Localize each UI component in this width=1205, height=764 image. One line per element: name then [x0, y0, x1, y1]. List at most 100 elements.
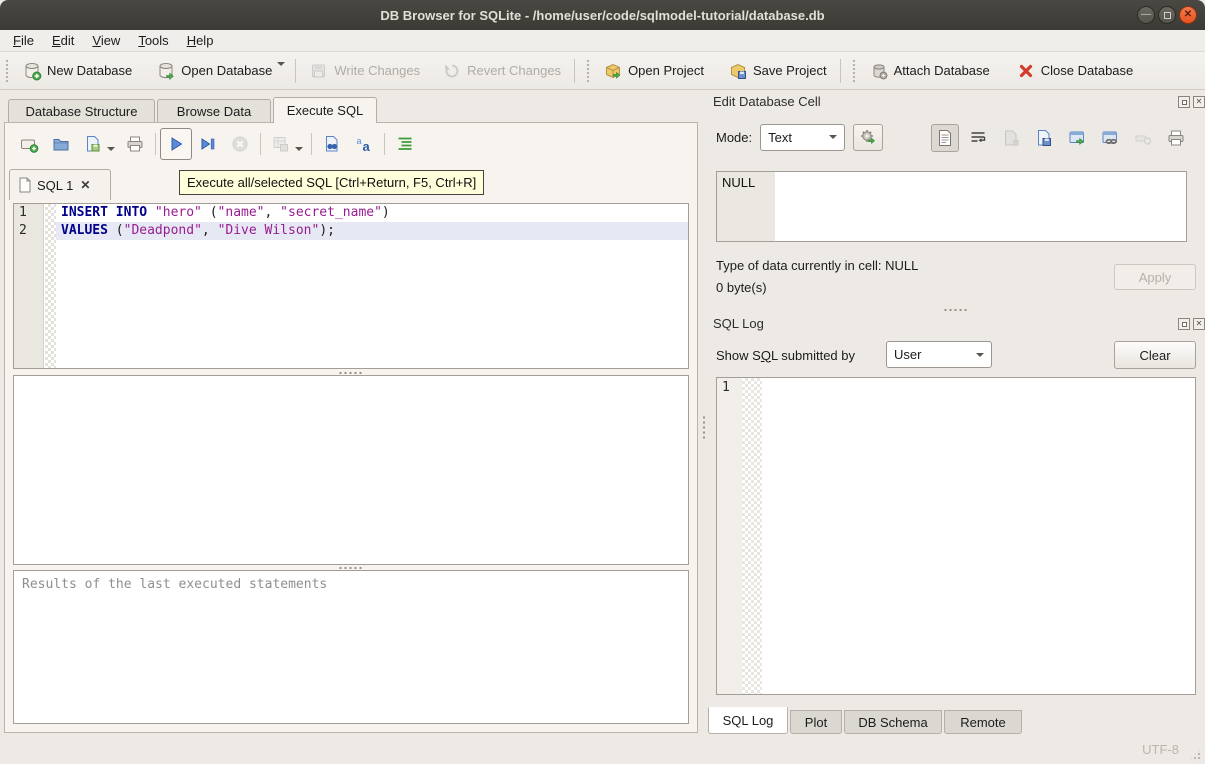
close-database-button[interactable]: Close Database — [1009, 56, 1141, 86]
edit-cell-float-button[interactable] — [1178, 96, 1190, 108]
results-grid-pane[interactable] — [13, 375, 689, 565]
toolbar-drag-handle[interactable] — [586, 59, 591, 83]
sql-code-area[interactable]: INSERT INTO "hero" ("name", "secret_name… — [56, 204, 688, 368]
menu-help[interactable]: Help — [178, 31, 223, 50]
save-cell-button[interactable] — [997, 124, 1025, 152]
menu-tools[interactable]: Tools — [129, 31, 177, 50]
mode-value: Text — [768, 130, 792, 145]
tab-sql-log[interactable]: SQL Log — [708, 707, 788, 734]
edit-cell-dock-buttons: ✕ — [1178, 96, 1205, 108]
revert-changes-button[interactable]: Revert Changes — [435, 56, 568, 86]
cell-value-editor[interactable]: NULL — [716, 171, 1187, 242]
save-results-dropdown-arrow[interactable] — [295, 147, 303, 151]
window-title: DB Browser for SQLite - /home/user/code/… — [380, 8, 824, 23]
edit-cell-close-button[interactable]: ✕ — [1193, 96, 1205, 108]
tab-db-schema[interactable]: DB Schema — [844, 710, 942, 734]
write-changes-button[interactable]: Write Changes — [302, 56, 427, 86]
menu-file[interactable]: File — [4, 31, 43, 50]
save-results-button[interactable] — [265, 128, 297, 160]
tab-plot[interactable]: Plot — [790, 710, 842, 734]
editor-results-splitter[interactable] — [338, 370, 364, 374]
save-sql-file-button[interactable] — [77, 128, 109, 160]
log-source-value: User — [894, 347, 921, 362]
open-sql-file-button[interactable] — [45, 128, 77, 160]
execute-play-icon — [166, 134, 186, 154]
tab-remote[interactable]: Remote — [944, 710, 1022, 734]
save-file-icon — [83, 134, 103, 154]
chevron-down-icon — [976, 353, 984, 357]
open-project-button[interactable]: Open Project — [596, 56, 711, 86]
text-mode-button[interactable] — [931, 124, 959, 152]
svg-text:a: a — [357, 136, 362, 146]
sql-log-view[interactable]: 1 — [716, 377, 1196, 695]
open-database-dropdown-arrow[interactable] — [277, 62, 285, 66]
results-message-pane[interactable]: Results of the last executed statements — [13, 570, 689, 724]
import-cell-button[interactable] — [1030, 124, 1058, 152]
sql-log-title: SQL Log — [713, 316, 764, 331]
autocomplete-button[interactable]: aa — [348, 128, 380, 160]
main-toolbar: New Database Open Database Write Changes… — [0, 52, 1205, 90]
tab-browse-data[interactable]: Browse Data — [157, 99, 271, 122]
sql-log-close-button[interactable]: ✕ — [1193, 318, 1205, 330]
titlebar[interactable]: DB Browser for SQLite - /home/user/code/… — [0, 0, 1205, 30]
auto-apply-button[interactable] — [853, 124, 883, 151]
sql-toolbar-separator — [384, 133, 385, 155]
export-cell-button[interactable] — [1063, 124, 1091, 152]
open-in-external-button[interactable] — [1096, 124, 1124, 152]
apply-button[interactable]: Apply — [1114, 264, 1196, 290]
import-icon — [1034, 128, 1054, 148]
save-sql-dropdown-arrow[interactable] — [107, 147, 115, 151]
menu-view[interactable]: View — [83, 31, 129, 50]
sql-toolbar-separator — [155, 133, 156, 155]
menu-edit[interactable]: Edit — [43, 31, 83, 50]
sql-document-icon — [18, 177, 32, 193]
save-gray-icon — [1001, 128, 1021, 148]
new-sql-tab-button[interactable] — [13, 128, 45, 160]
stop-icon — [230, 134, 250, 154]
print-cell-button[interactable] — [1162, 124, 1190, 152]
save-project-label: Save Project — [753, 63, 827, 78]
main-vertical-splitter[interactable] — [698, 122, 707, 733]
resize-grip[interactable] — [1189, 748, 1202, 761]
minimize-button[interactable]: — — [1137, 6, 1155, 24]
set-null-button[interactable] — [1129, 124, 1157, 152]
tab-database-structure[interactable]: Database Structure — [8, 99, 155, 122]
sql-tab-label: SQL 1 — [37, 178, 73, 193]
clear-log-button[interactable]: Clear — [1114, 341, 1196, 369]
sql-document-tab[interactable]: SQL 1 ✕ — [9, 169, 111, 200]
format-indent-icon — [395, 134, 415, 154]
mode-select[interactable]: Text — [760, 124, 845, 151]
find-button[interactable] — [316, 128, 348, 160]
execute-current-line-button[interactable] — [192, 128, 224, 160]
log-source-select[interactable]: User — [886, 341, 992, 368]
execute-all-button[interactable] — [160, 128, 192, 160]
save-project-button[interactable]: Save Project — [721, 56, 834, 86]
fold-margin — [45, 204, 56, 368]
cell-size-info: 0 byte(s) — [716, 280, 767, 295]
sql-editor[interactable]: 1 2 INSERT INTO "hero" ("name", "secret_… — [13, 203, 689, 369]
attach-database-button[interactable]: Attach Database — [862, 56, 997, 86]
export-icon — [1067, 128, 1087, 148]
log-line-number: 1 — [717, 378, 742, 395]
toolbar-drag-handle[interactable] — [852, 59, 857, 83]
link-icon — [1100, 128, 1120, 148]
dock-horizontal-splitter[interactable] — [707, 304, 1205, 313]
print-sql-button[interactable] — [119, 128, 151, 160]
tab-execute-sql[interactable]: Execute SQL — [273, 97, 377, 123]
edit-cell-title: Edit Database Cell — [713, 94, 821, 109]
format-sql-button[interactable] — [389, 128, 421, 160]
sql-tab-close-icon[interactable]: ✕ — [80, 178, 90, 192]
grid-messages-splitter[interactable] — [338, 565, 364, 569]
word-wrap-button[interactable] — [964, 124, 992, 152]
maximize-button[interactable] — [1158, 6, 1176, 24]
execute-sql-panel: aa SQL 1 ✕ Execute all/selected SQL [Ctr… — [4, 122, 698, 733]
close-button[interactable]: ✕ — [1179, 6, 1197, 24]
gear-arrow-icon — [858, 127, 878, 147]
statusbar: UTF-8 — [0, 735, 1205, 764]
open-project-label: Open Project — [628, 63, 704, 78]
open-database-button[interactable]: Open Database — [149, 56, 279, 86]
stop-execution-button[interactable] — [224, 128, 256, 160]
new-database-button[interactable]: New Database — [15, 56, 139, 86]
toolbar-drag-handle[interactable] — [5, 59, 10, 83]
sql-log-float-button[interactable] — [1178, 318, 1190, 330]
